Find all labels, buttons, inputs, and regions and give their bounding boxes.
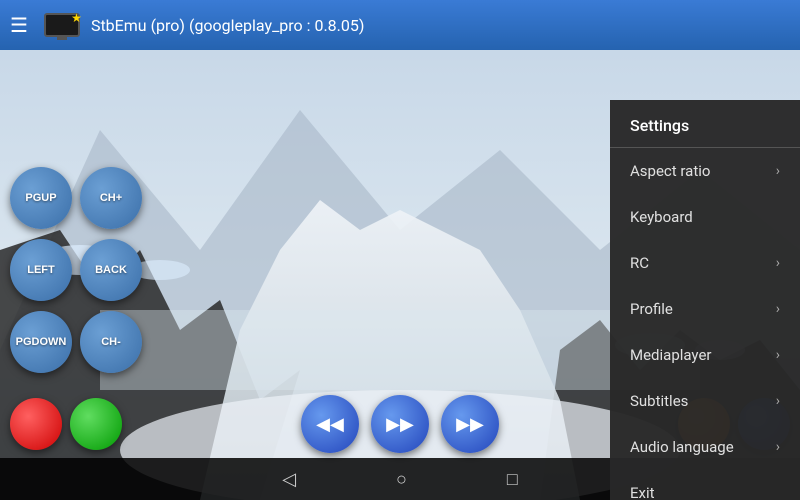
menu-item-profile[interactable]: Profile › xyxy=(610,286,800,332)
left-button[interactable]: LEFT xyxy=(10,239,72,301)
home-nav-icon[interactable]: ○ xyxy=(396,469,407,490)
menu-item-profile-label: Profile xyxy=(630,300,673,318)
green-button[interactable] xyxy=(70,398,122,450)
back-nav-icon[interactable]: ◁ xyxy=(282,469,296,490)
bottom-left-buttons xyxy=(10,398,122,450)
play-button[interactable]: ▶▶ xyxy=(371,395,429,453)
media-buttons: ◀◀ ▶▶ ▶▶ xyxy=(301,395,499,453)
menu-item-exit[interactable]: Exit xyxy=(610,470,800,500)
menu-item-audio-language-label: Audio language xyxy=(630,438,734,456)
chevron-right-icon: › xyxy=(776,163,780,179)
dropdown-menu: Settings Aspect ratio › Keyboard RC › Pr… xyxy=(610,100,800,500)
rewind-button[interactable]: ◀◀ xyxy=(301,395,359,453)
ctrl-row-3: PGDOWN CH- xyxy=(10,311,190,373)
chminus-button[interactable]: CH- xyxy=(80,311,142,373)
ctrl-row-2: LEFT BACK xyxy=(10,239,190,301)
menu-header: Settings xyxy=(610,104,800,148)
menu-item-keyboard[interactable]: Keyboard xyxy=(610,194,800,240)
back-button[interactable]: BACK xyxy=(80,239,142,301)
menu-item-rc[interactable]: RC › xyxy=(610,240,800,286)
menu-item-subtitles-label: Subtitles xyxy=(630,392,688,410)
pgdown-button[interactable]: PGDOWN xyxy=(10,311,72,373)
star-badge: ★ xyxy=(71,11,82,25)
topbar: ☰ ★ StbEmu (pro) (googleplay_pro : 0.8.0… xyxy=(0,0,800,50)
menu-item-aspect-ratio-label: Aspect ratio xyxy=(630,162,710,180)
menu-item-mediaplayer[interactable]: Mediaplayer › xyxy=(610,332,800,378)
menu-item-keyboard-label: Keyboard xyxy=(630,208,693,226)
red-button[interactable] xyxy=(10,398,62,450)
recents-nav-icon[interactable]: □ xyxy=(507,469,518,490)
chplus-button[interactable]: CH+ xyxy=(80,167,142,229)
app-icon: ★ xyxy=(43,11,81,39)
ctrl-row-1: PGUP CH+ xyxy=(10,167,190,229)
chevron-right-icon-profile: › xyxy=(776,301,780,317)
play-icon: ▶▶ xyxy=(386,414,414,435)
main-content: PGUP CH+ LEFT BACK PGDOWN CH- ◀◀ ▶▶ ▶▶ xyxy=(0,50,800,500)
chevron-right-icon-mediaplayer: › xyxy=(776,347,780,363)
menu-item-aspect-ratio[interactable]: Aspect ratio › xyxy=(610,148,800,194)
chevron-right-icon-audio: › xyxy=(776,439,780,455)
menu-item-subtitles[interactable]: Subtitles › xyxy=(610,378,800,424)
menu-item-exit-label: Exit xyxy=(630,484,655,500)
rewind-icon: ◀◀ xyxy=(316,414,344,435)
app-title: StbEmu (pro) (googleplay_pro : 0.8.05) xyxy=(91,16,365,35)
hamburger-icon[interactable]: ☰ xyxy=(10,13,28,37)
chevron-right-icon-subtitles: › xyxy=(776,393,780,409)
forward-icon: ▶▶ xyxy=(456,414,484,435)
menu-item-audio-language[interactable]: Audio language › xyxy=(610,424,800,470)
forward-button[interactable]: ▶▶ xyxy=(441,395,499,453)
menu-item-mediaplayer-label: Mediaplayer xyxy=(630,346,711,364)
menu-item-rc-label: RC xyxy=(630,254,649,272)
pgup-button[interactable]: PGUP xyxy=(10,167,72,229)
chevron-right-icon-rc: › xyxy=(776,255,780,271)
